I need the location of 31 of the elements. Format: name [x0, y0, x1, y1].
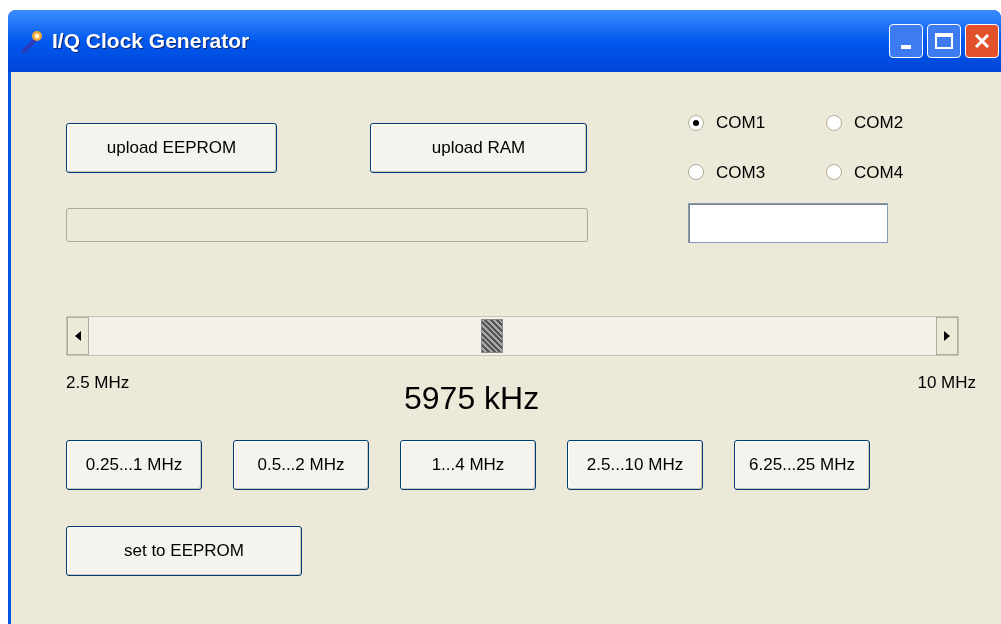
right-arrow-icon [943, 331, 951, 341]
range-button[interactable]: 1...4 MHz [400, 440, 536, 490]
port-input-field[interactable] [688, 203, 888, 243]
frequency-scrollbar[interactable] [66, 316, 959, 356]
range-button[interactable]: 6.25...25 MHz [734, 440, 870, 490]
radio-button[interactable] [826, 114, 842, 131]
radio-label: COM1 [716, 112, 766, 134]
radio-label: COM2 [854, 112, 904, 134]
radio-button[interactable] [826, 164, 842, 181]
upload-eeprom-button[interactable]: upload EEPROM [66, 123, 277, 173]
left-arrow-icon [74, 331, 82, 341]
upload-ram-button[interactable]: upload RAM [370, 123, 587, 173]
close-icon [973, 32, 991, 50]
maximize-button[interactable] [927, 24, 961, 58]
radio-button[interactable] [688, 164, 704, 181]
frequency-reading: 5975 kHz [404, 379, 540, 418]
scroll-left-button[interactable] [67, 317, 89, 355]
radio-button[interactable] [688, 114, 704, 131]
close-button[interactable] [965, 24, 999, 58]
set-eeprom-button[interactable]: set to EEPROM [66, 526, 302, 576]
range-button[interactable]: 0.5...2 MHz [233, 440, 369, 490]
minimize-button[interactable] [889, 24, 923, 58]
max-label: 10 MHz [917, 372, 976, 394]
min-label: 2.5 MHz [66, 372, 131, 394]
radio-label: COM4 [854, 161, 904, 184]
range-button[interactable]: 2.5...10 MHz [567, 440, 703, 490]
scroll-right-button[interactable] [936, 317, 958, 355]
radio-label: COM3 [716, 161, 766, 184]
window-title: I/Q Clock Generator [52, 28, 250, 55]
range-button[interactable]: 0.25...1 MHz [66, 440, 202, 490]
slider-thumb[interactable] [481, 319, 504, 353]
